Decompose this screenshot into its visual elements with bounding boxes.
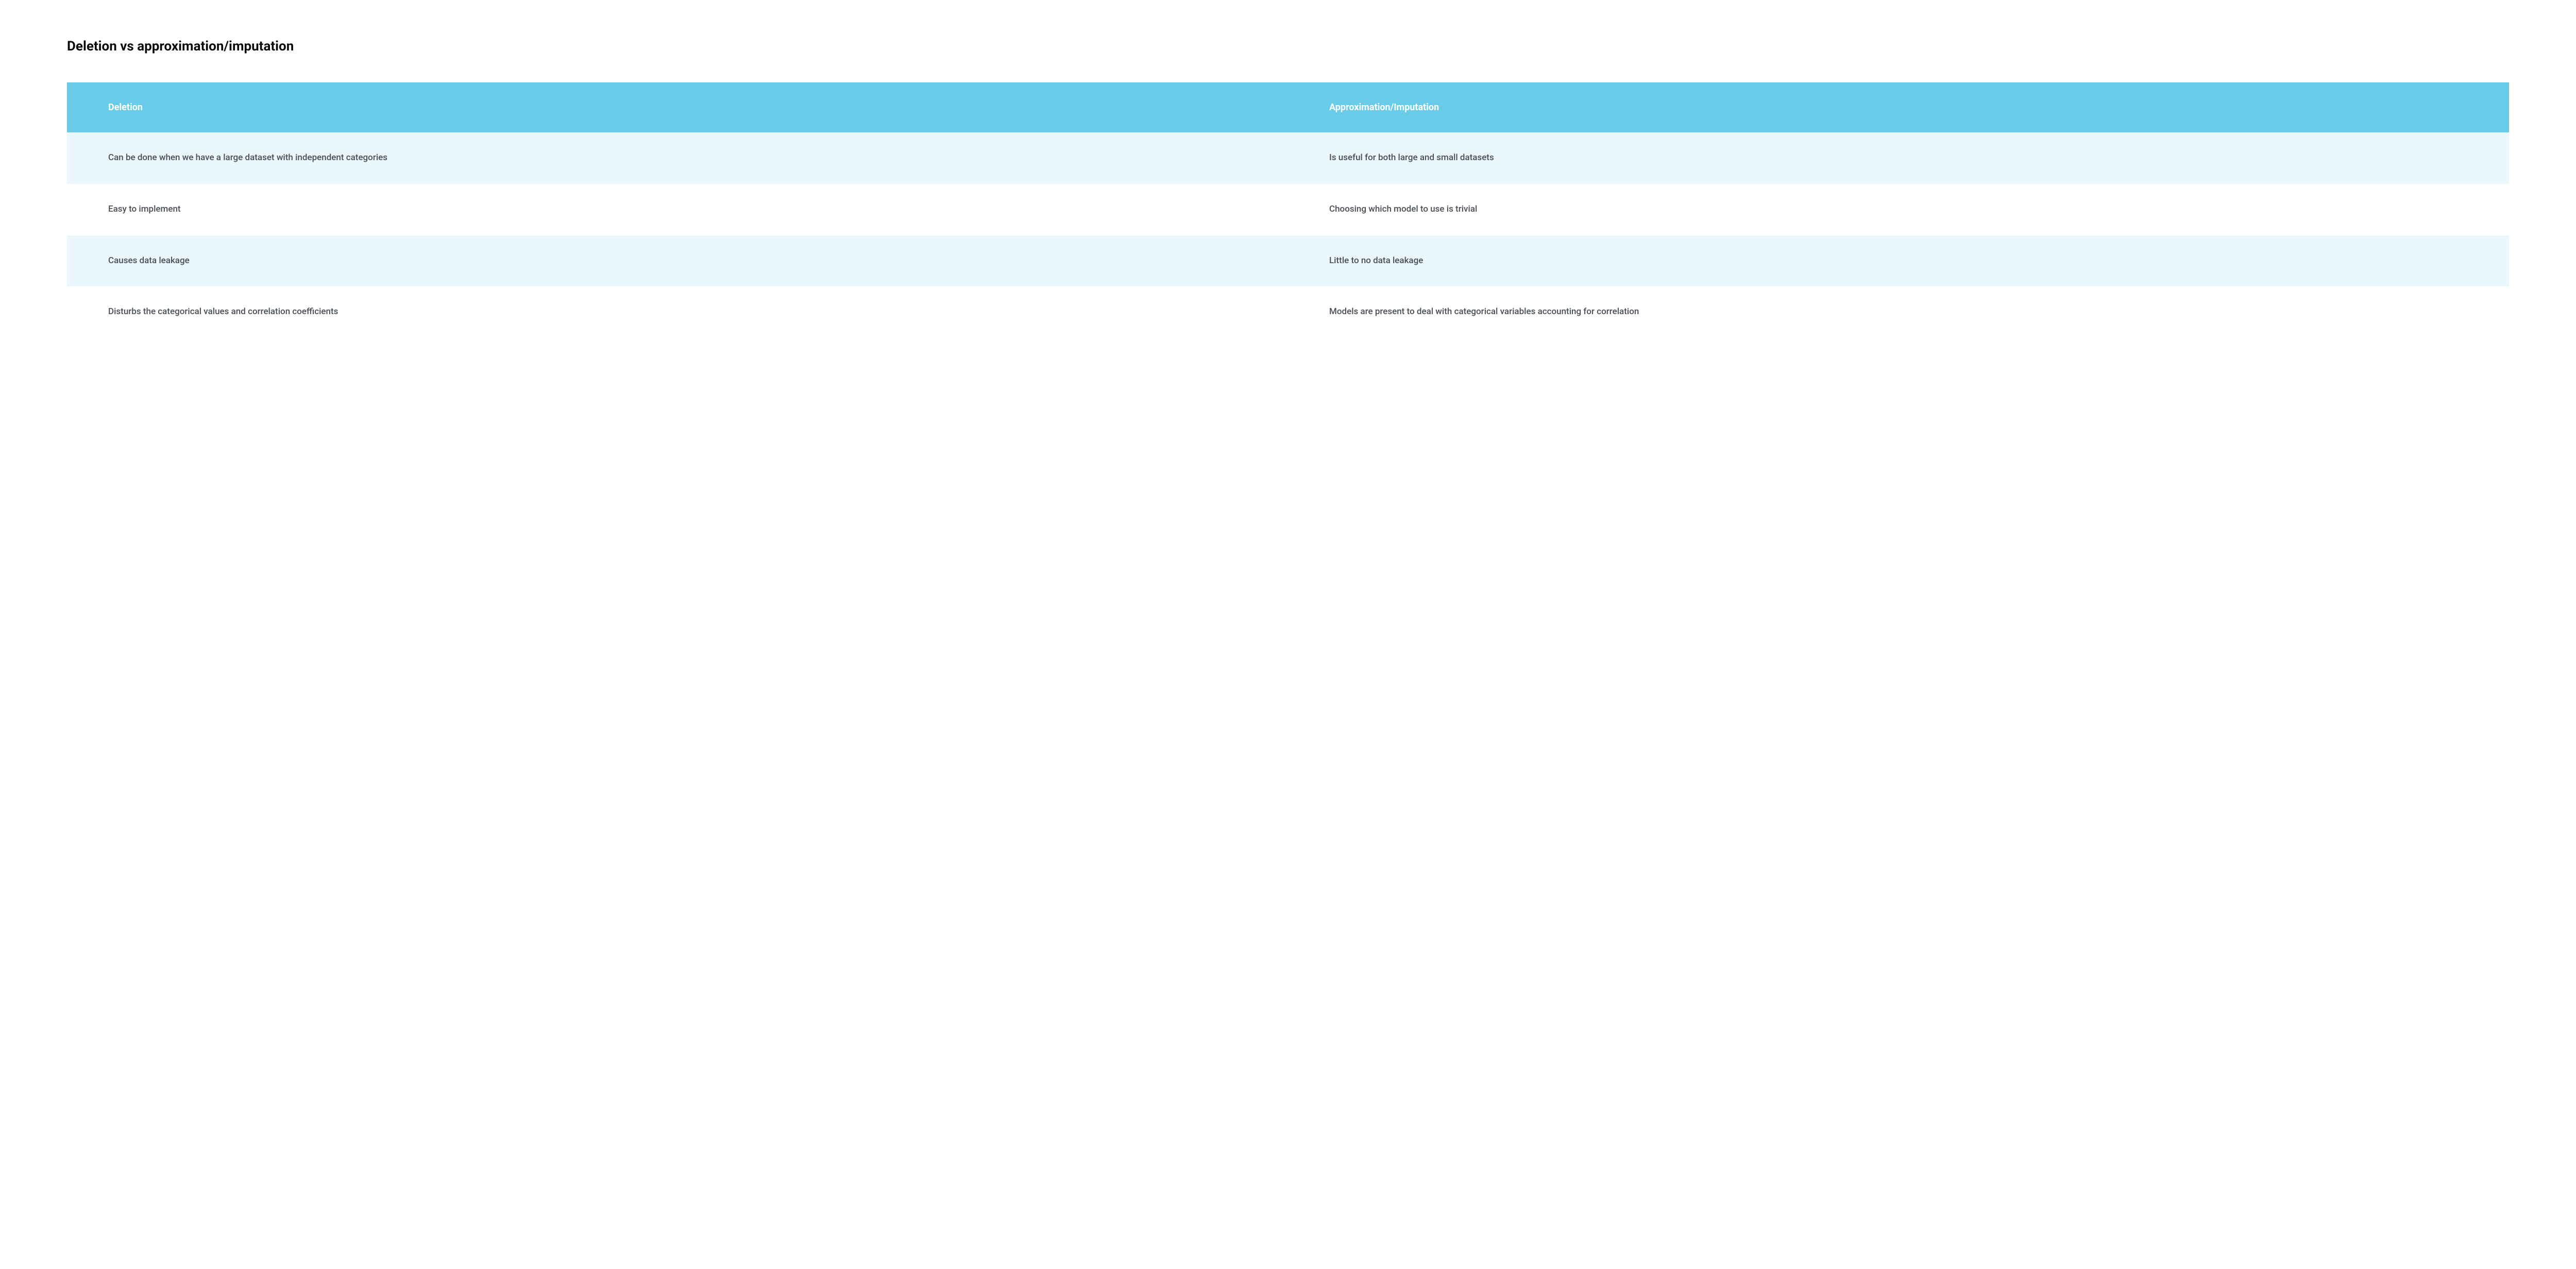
comparison-table: Deletion Approximation/Imputation Can be… <box>67 82 2509 338</box>
table-row: Disturbs the categorical values and corr… <box>67 286 2509 338</box>
table-row: Easy to implement Choosing which model t… <box>67 184 2509 235</box>
cell-deletion: Can be done when we have a large dataset… <box>67 132 1288 184</box>
column-header-deletion: Deletion <box>67 82 1288 132</box>
cell-deletion: Disturbs the categorical values and corr… <box>67 286 1288 338</box>
cell-approximation: Is useful for both large and small datas… <box>1288 132 2509 184</box>
page-title: Deletion vs approximation/imputation <box>67 39 2509 54</box>
cell-approximation: Models are present to deal with categori… <box>1288 286 2509 338</box>
table-header-row: Deletion Approximation/Imputation <box>67 82 2509 132</box>
table-row: Causes data leakage Little to no data le… <box>67 235 2509 287</box>
table-row: Can be done when we have a large dataset… <box>67 132 2509 184</box>
cell-approximation: Choosing which model to use is trivial <box>1288 184 2509 235</box>
column-header-approximation: Approximation/Imputation <box>1288 82 2509 132</box>
cell-approximation: Little to no data leakage <box>1288 235 2509 287</box>
cell-deletion: Easy to implement <box>67 184 1288 235</box>
cell-deletion: Causes data leakage <box>67 235 1288 287</box>
